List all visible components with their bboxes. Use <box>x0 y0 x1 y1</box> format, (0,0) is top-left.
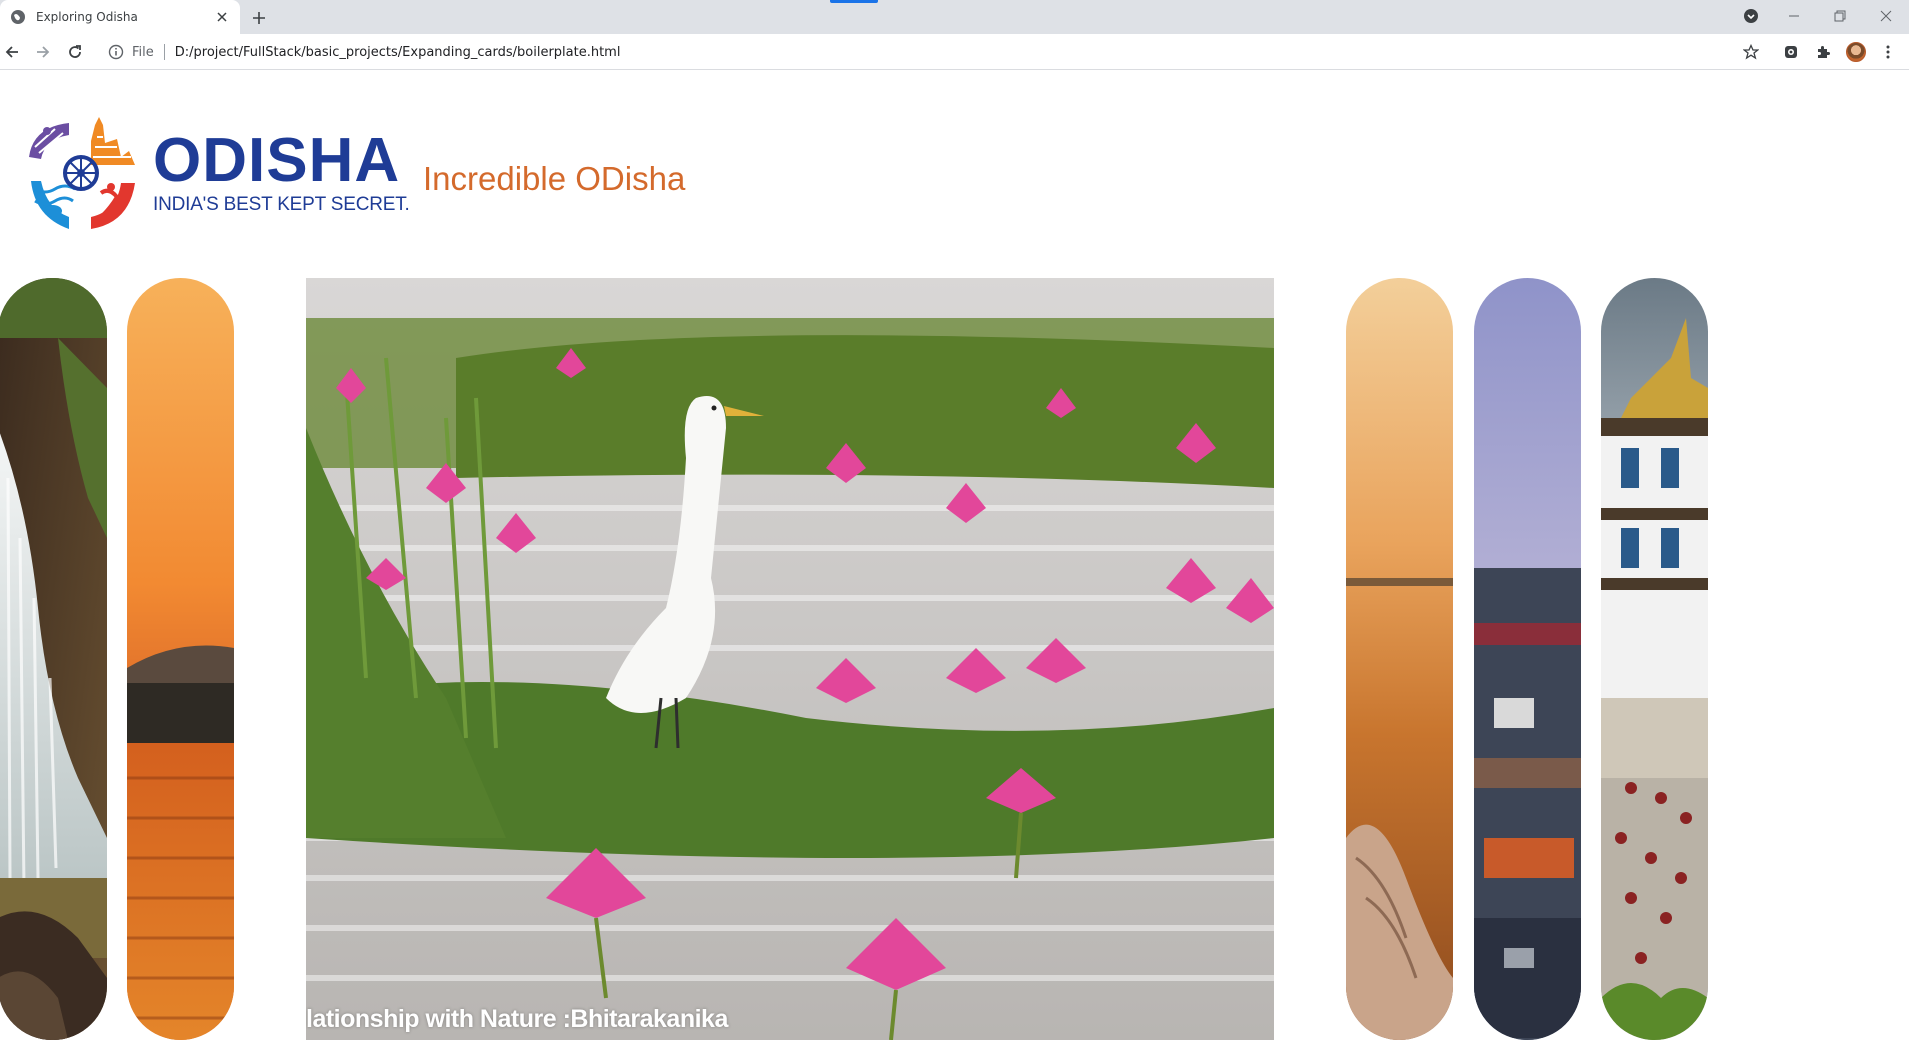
sunset-lake-image <box>127 278 234 1040</box>
reload-icon[interactable] <box>64 41 86 63</box>
browser-tab[interactable]: Exploring Odisha <box>0 0 240 34</box>
card-waterfall[interactable] <box>0 278 107 1040</box>
tab-search-icon[interactable] <box>1739 6 1763 26</box>
puzzle-icon[interactable] <box>1814 43 1832 61</box>
extension-icon[interactable] <box>1782 43 1800 61</box>
address-bar[interactable]: File D:/project/FullStack/basic_projects… <box>98 38 1784 66</box>
menu-icon[interactable] <box>1879 43 1897 61</box>
restore-icon[interactable] <box>1828 6 1852 26</box>
info-icon[interactable] <box>108 44 124 60</box>
waterfall-image <box>0 278 107 1040</box>
forward-icon[interactable] <box>32 41 54 63</box>
town-view-image <box>1474 278 1581 1040</box>
odisha-emblem-logo <box>29 117 135 229</box>
beach-sunset-image <box>1346 278 1453 1040</box>
card-bhitarakanika[interactable]: lationship with Nature :Bhitarakanika <box>306 278 1274 1040</box>
monastery-image <box>1601 278 1708 1040</box>
browser-toolbar: File D:/project/FullStack/basic_projects… <box>0 34 1909 70</box>
bhitarakanika-image <box>306 278 1274 1040</box>
url-separator <box>163 44 165 60</box>
star-icon[interactable] <box>1742 43 1760 61</box>
close-icon[interactable] <box>214 9 230 25</box>
tab-title: Exploring Odisha <box>36 10 138 24</box>
url-scheme-label: File <box>132 44 154 60</box>
browser-tab-strip: Exploring Odisha <box>0 0 1909 34</box>
card-beach-sunset[interactable] <box>1346 278 1453 1040</box>
tab-strip-indicator <box>830 0 878 3</box>
page-headline: Incredible ODisha <box>423 160 686 197</box>
brand-lockup: ODISHA INDIA'S BEST KEPT SECRET. <box>153 130 410 215</box>
brand-wordmark: ODISHA <box>153 126 401 195</box>
minimize-icon[interactable] <box>1782 6 1806 26</box>
plus-icon[interactable] <box>248 7 270 29</box>
card-sunset-lake[interactable] <box>127 278 234 1040</box>
card-town-view[interactable] <box>1474 278 1581 1040</box>
brand-tagline: INDIA'S BEST KEPT SECRET. <box>153 194 410 215</box>
url-text[interactable]: D:/project/FullStack/basic_projects/Expa… <box>175 45 621 60</box>
window-close-icon[interactable] <box>1874 6 1898 26</box>
card-caption: lationship with Nature :Bhitarakanika <box>306 1005 728 1033</box>
card-monastery[interactable] <box>1601 278 1708 1040</box>
globe-icon <box>11 10 25 24</box>
profile-avatar[interactable] <box>1846 42 1866 62</box>
back-icon[interactable] <box>1 41 23 63</box>
